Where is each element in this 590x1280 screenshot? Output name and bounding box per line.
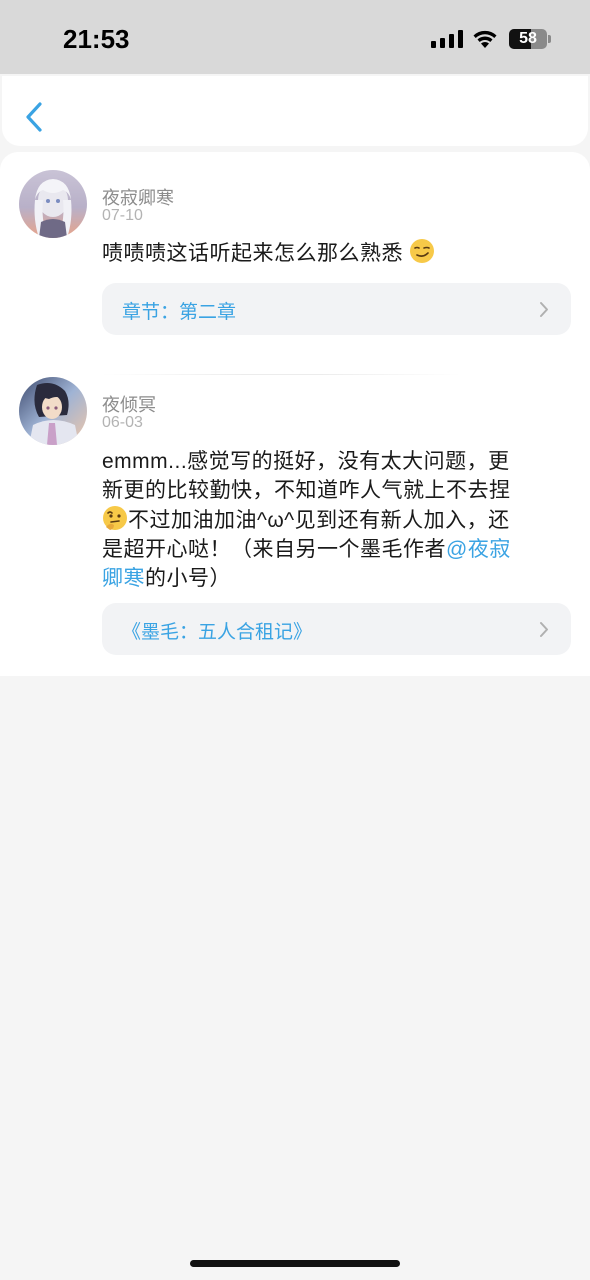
navigation-bar [2,76,588,146]
comment-text-line: 不过加油加油^ω^见到还有新人加入，还 [102,505,562,535]
wifi-icon [473,30,497,48]
smirking-face-emoji-icon [410,239,435,263]
comment-text-line: 卿寒的小号） [102,564,562,593]
divider [102,374,462,375]
comment-text: 啧啧啧这话听起来怎么那么熟悉 [102,238,562,268]
mention-link[interactable]: @夜寂 [446,538,511,561]
comment-text-line: 是超开心哒！（来自另一个墨毛作者@夜寂 [102,535,562,564]
comment-text-fragment: 不过加油加油^ω^见到还有新人加入，还 [128,509,510,532]
chapter-link-label: 章节：第二章 [122,302,237,323]
comment-text: emmm...感觉写的挺好，没有太大问题，更 新更的比较勤快，不知道咋人气就上不… [102,447,562,593]
status-bar: 21:53 [0,0,590,74]
cellular-signal-icon [431,30,463,48]
comments-list: 夜寂卿寒 07-10 啧啧啧这话听起来怎么那么熟悉 章节：第二章 夜倾冥 06-… [0,152,590,676]
comment-text-line: 新更的比较勤快，不知道咋人气就上不去捏 [102,479,511,502]
chevron-right-icon [540,622,548,637]
status-time: 21:53 [63,24,130,54]
book-link-card[interactable]: 《墨毛：五人合租记》 [102,603,571,655]
book-link-label: 《墨毛：五人合租记》 [122,622,313,643]
avatar[interactable] [19,170,87,238]
comment-date: 06-03 [102,414,143,431]
comment-text-line: emmm...感觉写的挺好，没有太大问题，更 [102,450,510,473]
chapter-link-card[interactable]: 章节：第二章 [102,283,571,335]
mention-link[interactable]: 卿寒 [102,567,145,590]
battery-level-text: 58 [519,30,537,47]
battery-tip [548,35,551,43]
comment-text-fragment: 是超开心哒！（来自另一个墨毛作者 [102,538,446,561]
home-indicator [190,1260,400,1267]
chevron-right-icon [540,302,548,317]
comment-text-content: 啧啧啧这话听起来怎么那么熟悉 [102,242,403,265]
avatar[interactable] [19,377,87,445]
chevron-left-icon[interactable] [22,100,46,134]
battery-icon: 58 [509,29,547,49]
comment-date: 07-10 [102,207,143,224]
thinking-face-emoji-icon [103,506,127,530]
comment-text-fragment: 的小号） [145,567,231,590]
